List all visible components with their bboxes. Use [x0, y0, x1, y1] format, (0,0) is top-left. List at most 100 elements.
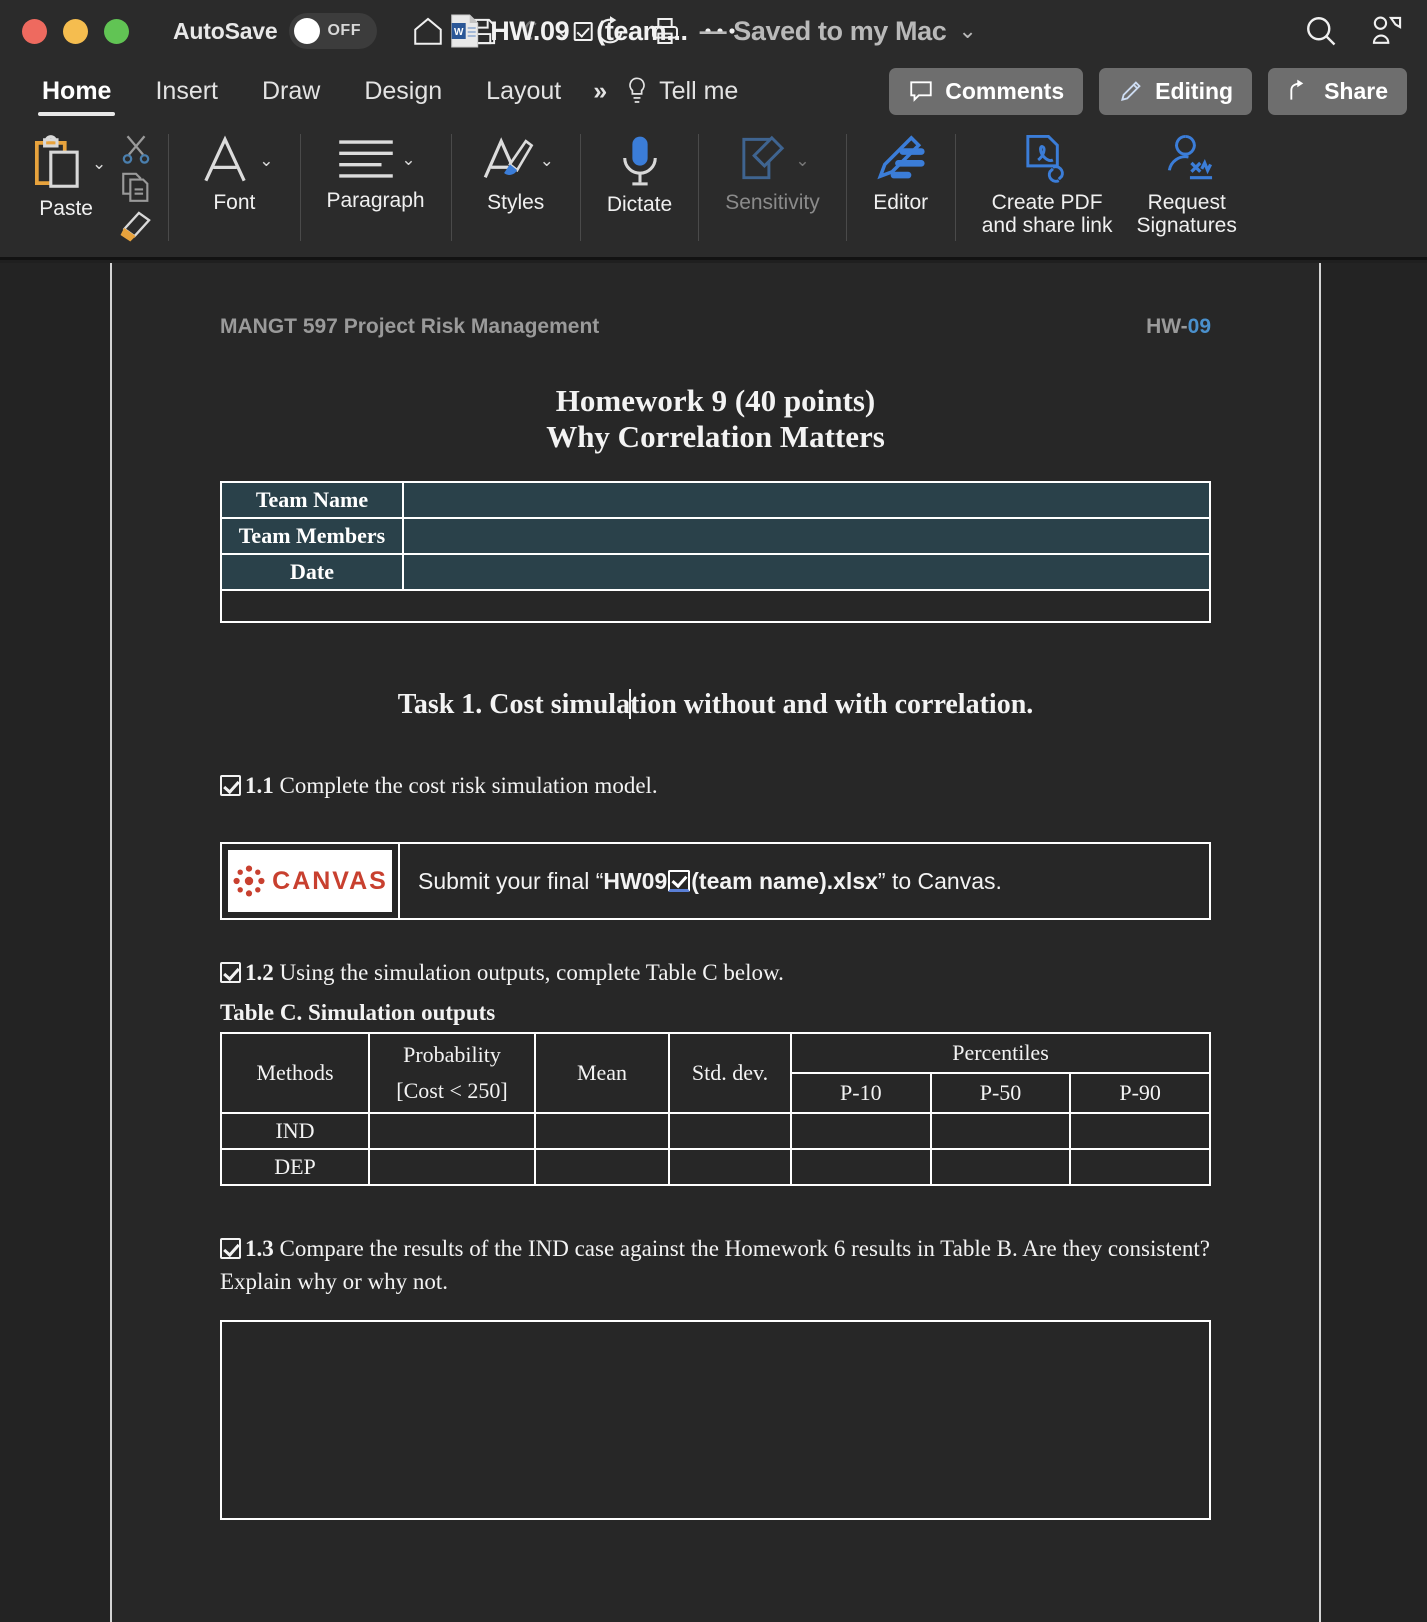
row-ind-p10[interactable]: [790, 1111, 932, 1150]
item-1-2-text: Using the simulation outputs, complete T…: [279, 960, 784, 986]
assignment-header: HW-09: [1146, 315, 1211, 339]
ribbon-separator: [168, 134, 170, 241]
th-mean: Mean: [534, 1031, 670, 1114]
document-filename-tail: (team...: [596, 15, 688, 46]
share-icon: [1287, 78, 1313, 104]
styles-label: Styles: [487, 191, 545, 214]
paragraph-button[interactable]: ⌄ Paragraph: [315, 128, 437, 257]
tell-me-label: Tell me: [659, 76, 739, 105]
row-ind-probability[interactable]: [368, 1111, 536, 1150]
inline-checkbox-icon[interactable]: [668, 870, 691, 893]
paragraph-lines-icon: [335, 132, 397, 186]
styles-dropdown-chevron[interactable]: ⌄: [540, 152, 554, 169]
document-title-group[interactable]: W HW.09 (team... — Saved to my Mac ⌄: [450, 14, 977, 48]
checkbox-icon[interactable]: [220, 1237, 241, 1259]
minimize-window-button[interactable]: [63, 18, 88, 44]
comments-button[interactable]: Comments: [889, 67, 1084, 115]
title-bar: AutoSave OFF ⌄ W HW.09 (team... — Saved …: [0, 0, 1427, 62]
sensitivity-dropdown-chevron[interactable]: ⌄: [795, 152, 809, 169]
row-dep-mean[interactable]: [534, 1147, 670, 1186]
th-std-dev: Std. dev.: [668, 1031, 792, 1114]
create-pdf-button[interactable]: Create PDF and share link: [970, 128, 1125, 257]
document-header-row: MANGT 597 Project Risk Management HW-09: [220, 315, 1211, 339]
page-title-line1: Homework 9 (40 points): [555, 383, 876, 418]
clipboard-mini-tools: [118, 128, 154, 242]
item-1-2: 1.2 Using the simulation outputs, comple…: [220, 956, 1211, 989]
format-painter-icon[interactable]: [118, 210, 154, 242]
checkbox-icon[interactable]: [220, 962, 241, 984]
canvas-logo: CANVAS: [228, 850, 392, 913]
checkbox-icon[interactable]: [220, 774, 241, 796]
tab-insert[interactable]: Insert: [133, 62, 240, 120]
date-label: Date: [220, 552, 404, 591]
row-ind-method: IND: [220, 1111, 370, 1150]
tab-draw[interactable]: Draw: [240, 62, 342, 120]
editor-button[interactable]: Editor: [861, 128, 941, 257]
create-pdf-icon-row: [1019, 132, 1075, 188]
row-dep-p90[interactable]: [1069, 1147, 1211, 1186]
table-row[interactable]: IND: [220, 1111, 1211, 1150]
document-workspace[interactable]: MANGT 597 Project Risk Management HW-09 …: [0, 263, 1427, 1622]
row-ind-p90[interactable]: [1069, 1111, 1211, 1150]
font-dropdown-chevron[interactable]: ⌄: [259, 152, 273, 169]
team-members-value[interactable]: [402, 516, 1211, 555]
row-ind-p50[interactable]: [929, 1111, 1072, 1150]
search-icon[interactable]: [1303, 13, 1339, 49]
document-page[interactable]: MANGT 597 Project Risk Management HW-09 …: [110, 263, 1321, 1622]
th-percentiles: Percentiles: [790, 1031, 1211, 1074]
tab-home[interactable]: Home: [20, 62, 133, 120]
row-dep-p50[interactable]: [929, 1147, 1072, 1186]
row-dep-std-dev[interactable]: [668, 1147, 792, 1186]
close-window-button[interactable]: [22, 18, 47, 44]
request-signatures-icon-row: [1159, 132, 1215, 188]
team-name-value[interactable]: [402, 480, 1211, 519]
table-c-simulation-outputs[interactable]: Methods Probability [Cost < 250] Mean St…: [220, 1031, 1211, 1186]
th-p50: P-50: [929, 1071, 1072, 1114]
editing-button[interactable]: Editing: [1099, 67, 1253, 115]
row-dep-method: DEP: [220, 1147, 370, 1186]
table-row[interactable]: Team Members: [220, 516, 1211, 555]
page-content: MANGT 597 Project Risk Management HW-09 …: [112, 263, 1319, 1521]
maximize-window-button[interactable]: [104, 18, 129, 44]
share-button[interactable]: Share: [1268, 67, 1407, 115]
team-info-table[interactable]: Team Name Team Members Date: [220, 480, 1211, 623]
document-filename-text: HW.09: [490, 15, 570, 46]
cut-scissors-icon[interactable]: [118, 132, 154, 166]
task-heading: Task 1. Cost simulation without and with…: [220, 688, 1211, 721]
answer-text-box[interactable]: [220, 1320, 1211, 1521]
row-dep-probability[interactable]: [368, 1147, 536, 1186]
th-probability-line1: Probability: [403, 1041, 501, 1067]
paste-dropdown-chevron[interactable]: ⌄: [92, 155, 106, 172]
ribbon-toolbar: ⌄ Paste ⌄ Font ⌄ Paragraph ⌄ Styles Dict…: [0, 120, 1427, 260]
request-signatures-label: Request Signatures: [1136, 191, 1237, 237]
signature-icon: [1159, 132, 1215, 188]
tab-overflow-button[interactable]: »: [583, 77, 617, 106]
dictate-button[interactable]: Dictate: [595, 128, 684, 257]
autosave-toggle[interactable]: OFF: [289, 13, 378, 49]
autosave-control[interactable]: AutoSave OFF: [173, 13, 378, 49]
row-ind-std-dev[interactable]: [668, 1111, 792, 1150]
row-dep-p10[interactable]: [790, 1147, 932, 1186]
copy-icon[interactable]: [118, 171, 154, 205]
home-button[interactable]: [411, 14, 445, 48]
tab-design[interactable]: Design: [342, 62, 464, 120]
paste-button[interactable]: ⌄ Paste: [14, 128, 118, 225]
collab-icon[interactable]: [1369, 14, 1405, 48]
autosave-label: AutoSave: [173, 17, 278, 44]
request-signatures-button[interactable]: Request Signatures: [1124, 128, 1248, 257]
tell-me-button[interactable]: Tell me: [625, 76, 738, 106]
ribbon-separator: [698, 134, 700, 241]
tab-layout[interactable]: Layout: [464, 62, 583, 120]
table-row[interactable]: Team Name: [220, 480, 1211, 519]
svg-text:W: W: [453, 27, 463, 38]
font-button[interactable]: ⌄ Font: [183, 128, 285, 257]
styles-button[interactable]: ⌄ Styles: [466, 128, 566, 257]
table-row[interactable]: DEP: [220, 1147, 1211, 1186]
row-ind-mean[interactable]: [534, 1111, 670, 1150]
paragraph-dropdown-chevron[interactable]: ⌄: [401, 151, 415, 168]
autosave-state: OFF: [327, 22, 361, 39]
sensitivity-button[interactable]: ⌄ Sensitivity: [713, 128, 832, 257]
title-dropdown-chevron[interactable]: ⌄: [958, 20, 976, 42]
date-value[interactable]: [402, 552, 1211, 591]
table-row[interactable]: Date: [220, 552, 1211, 591]
